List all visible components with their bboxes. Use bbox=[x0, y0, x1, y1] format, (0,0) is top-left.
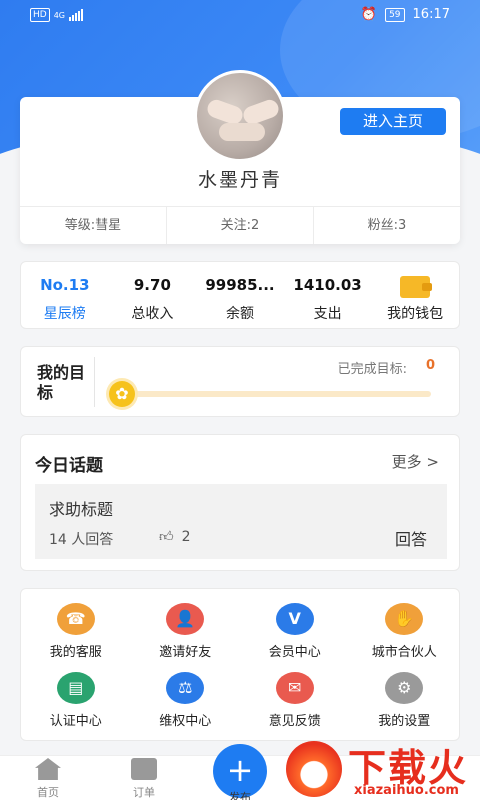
expense-item[interactable]: 1410.03 支出 bbox=[284, 262, 372, 328]
service-label: 城市合伙人 bbox=[371, 645, 437, 660]
today-topic-card: 今日话题 更多 > 求助标题 14 人回答 👍︎ 2 回答 bbox=[20, 434, 460, 571]
service-label: 邀请好友 bbox=[159, 645, 212, 660]
topic-like-count: 2 bbox=[181, 528, 191, 545]
topic-answer-count: 14 人回答 bbox=[49, 532, 114, 548]
answer-button[interactable]: 回答 bbox=[395, 526, 427, 550]
topic-item[interactable]: 求助标题 14 人回答 👍︎ 2 回答 bbox=[35, 484, 447, 559]
topic-question: 求助标题 bbox=[49, 500, 114, 519]
watermark-url: xiazaihuo.com bbox=[354, 783, 459, 798]
my-wallet-label: 我的钱包 bbox=[387, 306, 444, 322]
thumbs-up-icon: 👍︎ bbox=[159, 529, 174, 545]
invite-user-icon: 👤 bbox=[166, 603, 205, 635]
expense-value: 1410.03 bbox=[293, 276, 362, 294]
income-value: 9.70 bbox=[133, 276, 171, 294]
goal-title: 我的目标 bbox=[37, 363, 86, 402]
my-wallet-item[interactable]: 我的钱包 bbox=[371, 262, 459, 328]
balance-value: 99985... bbox=[205, 276, 275, 294]
topic-more-link[interactable]: 更多 > bbox=[392, 451, 439, 472]
hd-badge: HD bbox=[30, 8, 50, 22]
nav-home[interactable]: 首页 bbox=[18, 758, 78, 800]
service-item[interactable]: 👤 邀请好友 bbox=[131, 603, 241, 669]
wallet-summary: No.13 星辰榜 9.70 总收入 99985... 余额 1410.03 支… bbox=[20, 261, 460, 329]
nav-home-label: 首页 bbox=[37, 786, 59, 799]
rank-label: 星辰榜 bbox=[43, 306, 86, 322]
alarm-icon: ⏰ bbox=[360, 7, 378, 22]
clipboard-icon bbox=[131, 758, 157, 780]
watermark-logo: 下载火 xiazaihuo.com bbox=[282, 735, 480, 800]
services-grid: ☎ 我的客服 👤 邀请好友 V 会员中心 ✋ 城市合伙人 ▤ 认证中心 ⚖ 维权中心 ✉ 意见反馈 ⚙ 我的设… bbox=[20, 588, 460, 741]
battery-icon: 59 bbox=[385, 7, 405, 22]
goal-progress-track bbox=[121, 391, 431, 397]
topic-like[interactable]: 👍︎ 2 bbox=[159, 528, 191, 546]
signal-icon bbox=[69, 9, 83, 21]
goal-divider bbox=[94, 357, 95, 407]
avatar[interactable] bbox=[194, 70, 286, 162]
service-item[interactable]: ☎ 我的客服 bbox=[21, 603, 131, 669]
profile-stats: 等级:彗星 关注:2 粉丝:3 bbox=[20, 206, 460, 244]
goal-card[interactable]: 我的目标 已完成目标: 0 bbox=[20, 346, 460, 417]
expense-label: 支出 bbox=[313, 306, 342, 322]
gear-icon: ⚙ bbox=[385, 671, 424, 704]
feedback-mail-icon: ✉ bbox=[275, 671, 314, 704]
status-bar: HD 4G ⏰ 59 16:17 bbox=[0, 0, 480, 32]
service-item[interactable]: ▤ 认证中心 bbox=[21, 671, 131, 738]
nav-orders[interactable]: 订单 bbox=[114, 758, 174, 800]
clock: 16:17 bbox=[412, 7, 450, 22]
nav-publish-label: 发布 bbox=[229, 791, 251, 800]
wallet-icon bbox=[400, 276, 433, 298]
income-item[interactable]: 9.70 总收入 bbox=[109, 262, 197, 328]
home-icon bbox=[35, 758, 61, 780]
balance-item[interactable]: 99985... 余额 bbox=[196, 262, 284, 328]
service-label: 我的设置 bbox=[378, 713, 431, 729]
service-label: 我的客服 bbox=[49, 645, 102, 660]
nav-orders-label: 订单 bbox=[133, 786, 155, 799]
service-item[interactable]: ✋ 城市合伙人 bbox=[350, 603, 460, 669]
rank-value: No.13 bbox=[40, 276, 90, 294]
enter-homepage-button[interactable]: 进入主页 bbox=[340, 108, 446, 135]
gavel-icon: ⚖ bbox=[166, 671, 205, 704]
service-item[interactable]: ✉ 意见反馈 bbox=[240, 671, 350, 738]
level-stat[interactable]: 等级:彗星 bbox=[20, 207, 166, 244]
following-stat[interactable]: 关注:2 bbox=[166, 207, 313, 244]
topic-header: 今日话题 bbox=[35, 456, 103, 476]
ranking-item[interactable]: No.13 星辰榜 bbox=[21, 262, 109, 328]
service-label: 认证中心 bbox=[49, 713, 102, 729]
service-item[interactable]: ⚖ 维权中心 bbox=[131, 671, 241, 738]
service-item[interactable]: ⚙ 我的设置 bbox=[350, 671, 460, 738]
balance-label: 余额 bbox=[225, 306, 254, 322]
service-item[interactable]: V 会员中心 bbox=[240, 603, 350, 669]
income-label: 总收入 bbox=[131, 306, 174, 322]
handshake-icon: ✋ bbox=[385, 603, 424, 635]
network-type: 4G bbox=[53, 10, 65, 20]
vip-icon: V bbox=[275, 603, 314, 635]
goal-progress-knob-icon bbox=[109, 381, 135, 407]
id-card-icon: ▤ bbox=[56, 671, 95, 704]
service-label: 会员中心 bbox=[268, 645, 321, 660]
flame-logo-icon bbox=[286, 741, 342, 797]
goal-done-count: 0 bbox=[425, 358, 435, 373]
followers-stat[interactable]: 粉丝:3 bbox=[313, 207, 460, 244]
username: 水墨丹青 bbox=[197, 169, 282, 191]
goal-done-label: 已完成目标: bbox=[337, 362, 407, 377]
headset-icon: ☎ bbox=[56, 603, 95, 635]
service-label: 意见反馈 bbox=[268, 713, 321, 729]
service-label: 维权中心 bbox=[159, 713, 212, 729]
